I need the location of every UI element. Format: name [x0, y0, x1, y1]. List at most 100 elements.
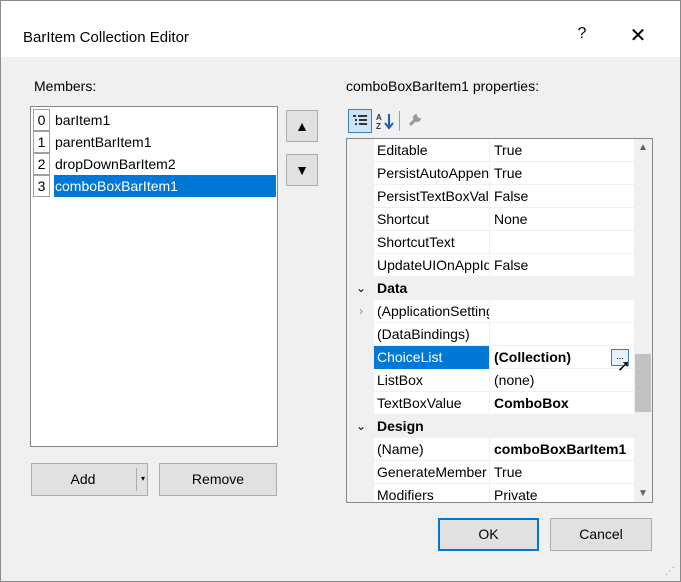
cancel-button[interactable]: Cancel [550, 518, 652, 551]
add-split-button[interactable]: Add ▾ [31, 463, 148, 496]
arrow-up-icon: ▲ [295, 118, 309, 134]
property-value[interactable]: ComboBox [491, 392, 634, 415]
category-row[interactable]: ⌄ Design [347, 415, 634, 438]
wrench-icon[interactable] [403, 109, 427, 133]
property-value[interactable] [491, 300, 634, 323]
property-row[interactable]: Editable True [347, 139, 634, 162]
close-button[interactable]: ✕ [625, 23, 651, 49]
help-button[interactable]: ? [571, 25, 593, 47]
property-value[interactable]: False [491, 254, 634, 277]
member-index: 3 [33, 175, 50, 197]
row-gutter [347, 162, 374, 185]
property-name[interactable]: GenerateMember [374, 461, 490, 484]
property-value[interactable]: True [491, 139, 634, 162]
property-name[interactable]: (Name) [374, 438, 490, 461]
property-row[interactable]: GenerateMember True [347, 461, 634, 484]
alphabetical-icon[interactable]: A Z [373, 109, 397, 133]
property-row[interactable]: › (ApplicationSettings) [347, 300, 634, 323]
property-row[interactable]: Shortcut None [347, 208, 634, 231]
member-index: 1 [33, 131, 50, 153]
property-row[interactable]: ChoiceList (Collection)... ➚ [347, 346, 634, 375]
property-row[interactable]: (DataBindings) [347, 323, 634, 346]
scrollbar-thumb[interactable] [635, 354, 651, 412]
category-name: Data [377, 280, 408, 296]
property-value[interactable]: comboBoxBarItem1 [491, 438, 634, 461]
categorized-icon[interactable] [348, 109, 372, 133]
property-row[interactable]: ShortcutText [347, 231, 634, 254]
title-bar: BarItem Collection Editor ? ✕ [1, 1, 680, 57]
member-name: barItem1 [55, 112, 111, 128]
collapse-chevron-icon[interactable]: ⌄ [352, 277, 370, 300]
property-name[interactable]: UpdateUIOnAppIdle [374, 254, 490, 277]
property-row[interactable]: (Name) comboBoxBarItem1 [347, 438, 634, 461]
mouse-cursor-icon: ➚ [617, 358, 631, 375]
member-index: 2 [33, 153, 50, 175]
expand-chevron-icon[interactable]: › [354, 300, 368, 323]
add-dropdown-caret-icon[interactable]: ▾ [138, 464, 148, 495]
dialog-title: BarItem Collection Editor [23, 29, 189, 46]
resize-grip-icon[interactable]: ⋰ [665, 566, 675, 577]
properties-label: comboBoxBarItem1 properties: [346, 78, 539, 94]
member-index: 0 [33, 109, 50, 131]
property-name[interactable]: ChoiceList [374, 346, 490, 369]
dialog-window: BarItem Collection Editor ? ✕ Members: 0… [0, 0, 681, 582]
add-button-separator [136, 468, 137, 491]
property-grid-scrollbar[interactable]: ▲ ▼ [634, 139, 652, 502]
row-gutter [347, 139, 374, 162]
ok-button[interactable]: OK [438, 518, 539, 551]
row-gutter [347, 369, 374, 392]
property-value[interactable]: Private [491, 484, 634, 502]
move-up-button[interactable]: ▲ [286, 110, 318, 142]
member-name: parentBarItem1 [55, 134, 152, 150]
members-list[interactable]: 0 barItem1 1 parentBarItem1 2 dropDownBarItem… [30, 106, 278, 447]
category-row[interactable]: ⌄ Data [347, 277, 634, 300]
property-grid-toolbar: A Z [346, 107, 652, 135]
property-name[interactable]: ListBox [374, 369, 490, 392]
add-button[interactable]: Add [32, 464, 134, 495]
property-value[interactable]: False [491, 185, 634, 208]
members-label: Members: [34, 78, 97, 94]
property-row[interactable]: Modifiers Private [347, 484, 634, 502]
property-name[interactable]: Editable [374, 139, 490, 162]
property-value[interactable]: (none) [491, 369, 634, 392]
property-name[interactable]: PersistAutoAppend [374, 162, 490, 185]
property-name[interactable]: TextBoxValue [374, 392, 490, 415]
row-gutter [347, 392, 374, 415]
property-row[interactable]: PersistAutoAppend True [347, 162, 634, 185]
property-name[interactable]: Shortcut [374, 208, 490, 231]
property-row[interactable]: ListBox (none) [347, 369, 634, 392]
arrow-down-icon: ▼ [295, 162, 309, 178]
remove-button[interactable]: Remove [159, 463, 277, 496]
property-value[interactable]: None [491, 208, 634, 231]
member-item[interactable]: 3 comboBoxBarItem1 [33, 175, 277, 197]
property-value[interactable] [491, 323, 634, 346]
property-name[interactable]: (ApplicationSettings) [374, 300, 490, 323]
property-grid[interactable]: Modifiers Private GenerateMember True (Name)… [346, 138, 653, 503]
property-row[interactable]: TextBoxValue ComboBox [347, 392, 634, 415]
property-name[interactable]: Modifiers [374, 484, 490, 502]
row-gutter [347, 438, 374, 461]
scroll-up-icon[interactable]: ▲ [634, 139, 652, 156]
property-row[interactable]: PersistTextBoxValueFalse [347, 185, 634, 208]
row-gutter [347, 323, 374, 346]
property-name[interactable]: PersistTextBoxValue [374, 185, 490, 208]
property-value[interactable]: True [491, 162, 634, 185]
move-down-button[interactable]: ▼ [286, 154, 318, 186]
row-gutter [347, 484, 374, 502]
property-value[interactable] [491, 231, 634, 254]
member-item[interactable]: 2 dropDownBarItem2 [33, 153, 277, 175]
svg-text:Z: Z [376, 122, 381, 130]
row-gutter [347, 231, 374, 254]
row-gutter [347, 254, 374, 277]
category-name: Design [377, 418, 424, 434]
property-name[interactable]: ShortcutText [374, 231, 490, 254]
member-item[interactable]: 1 parentBarItem1 [33, 131, 277, 153]
property-row[interactable]: UpdateUIOnAppIdle False [347, 254, 634, 277]
property-value[interactable]: True [491, 461, 634, 484]
member-item[interactable]: 0 barItem1 [33, 109, 277, 131]
row-gutter [347, 461, 374, 484]
collapse-chevron-icon[interactable]: ⌄ [352, 415, 370, 438]
scroll-down-icon[interactable]: ▼ [634, 485, 652, 502]
property-name[interactable]: (DataBindings) [374, 323, 490, 346]
row-gutter [347, 208, 374, 231]
